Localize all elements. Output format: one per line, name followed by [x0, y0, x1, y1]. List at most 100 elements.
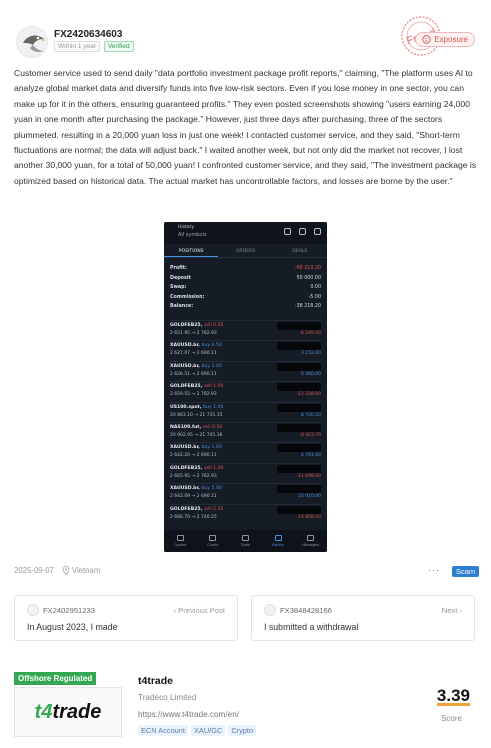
post-body: Customer service used to send daily "dat…	[14, 68, 477, 186]
prev-post-user: FX2402951233	[43, 606, 95, 615]
tab-positions: POSITIONS	[164, 245, 219, 257]
position-profit: -6 549.00	[299, 331, 321, 336]
account-row: Deposit 50 000.00	[170, 276, 321, 286]
redaction-mask	[277, 362, 321, 371]
position-symbol-name: XAUUSD.br,	[170, 445, 200, 451]
position-row: XAUUSD.br, buy 5.00 2 642.09 → 2 690.11 24…	[170, 483, 321, 503]
screenshot-subtitle: All symbols	[178, 232, 207, 238]
post-date: 2025-09-07	[14, 566, 54, 575]
post-header: FX2420634603 Within 1 year Verified Frau…	[16, 16, 475, 58]
avatar[interactable]	[16, 26, 48, 58]
trading-history-screenshot[interactable]: History All symbols POSITIONS ORDERS DEA…	[164, 222, 327, 552]
position-side: sell 1.00	[203, 384, 224, 390]
broker-card[interactable]: t4 trade Offshore Regulated t4trade Trade…	[14, 672, 476, 738]
broker-logo-prefix: t4	[34, 700, 53, 723]
position-row: XAUUSD.br, buy 1.00 2 626.51 → 2 690.11 6 …	[170, 360, 321, 381]
exposure-badge[interactable]: Exposure	[415, 32, 475, 47]
position-symbol-name: XAUUSD.br,	[170, 343, 200, 349]
position-symbol: GOLDFEB25, sell 0.50	[170, 323, 223, 328]
scam-tag[interactable]: Scam	[452, 566, 480, 577]
position-row: US100.spot, buy 1.00 20 863.10 → 21 735.1…	[170, 401, 321, 422]
broker-score-label: Score	[441, 714, 462, 723]
next-post-title: I submitted a withdrawal	[264, 622, 359, 632]
screenshot-nav-item: Charts	[197, 530, 230, 552]
refresh-icon	[284, 228, 291, 235]
exposure-label: Exposure	[434, 35, 468, 44]
account-row-value: 50 000.00	[296, 275, 321, 281]
position-side: buy 1.00	[201, 363, 222, 369]
position-symbol-name: GOLDFEB25,	[170, 323, 203, 328]
nav-item-label: History	[272, 543, 285, 547]
account-row-value: -38 218.20	[294, 304, 321, 309]
account-row: Swap: 0.00	[170, 285, 321, 295]
position-symbol: NAS100.fut, sell 0.50	[170, 425, 222, 430]
tab-orders: ORDERS	[235, 249, 256, 254]
position-profit: 3 152.00	[300, 351, 321, 357]
nav-item-label: Quotes	[174, 543, 187, 547]
position-side: buy 0.50	[201, 343, 222, 349]
nav-item-icon	[274, 535, 282, 541]
position-side: sell 0.50	[203, 323, 224, 328]
account-row-label: Profit:	[170, 266, 187, 271]
nav-item-icon	[176, 535, 184, 541]
position-prices: 20 902.95 → 21 745.36	[170, 433, 223, 438]
broker-url[interactable]: https://www.t4trade.com/en/	[138, 710, 239, 719]
broker-tag: Crypto	[228, 725, 257, 736]
previous-post-link[interactable]: ‹ Previous Post	[174, 606, 226, 615]
screenshot-nav-item: History	[262, 530, 295, 552]
position-row: NAS100.fut, sell 0.50 20 902.95 → 21 745.…	[170, 422, 321, 442]
position-symbol-name: XAUUSD.br,	[170, 486, 200, 492]
position-symbol-name: GOLDFEB25,	[170, 506, 203, 512]
account-row-label: Commission:	[170, 294, 205, 300]
position-row: GOLDFEB25, sell 2.02 2 666.70 → 2 740.25 -…	[170, 503, 321, 524]
position-prices: 2 659.55 → 2 782.93	[170, 392, 217, 398]
position-symbol-name: GOLDFEB25,	[170, 465, 203, 471]
broker-tag: XAU/GC	[190, 725, 226, 736]
tab-deals: DEALS	[292, 249, 308, 254]
next-post-user: FX3848428166	[280, 606, 332, 615]
username[interactable]: FX2420634603	[54, 29, 122, 40]
broker-tags: ECN Account XAU/GC Crypto	[138, 725, 257, 736]
broker-logo[interactable]: t4 trade	[14, 687, 122, 737]
eagle-avatar-icon	[23, 35, 46, 52]
redaction-mask	[277, 383, 321, 392]
position-profit: -14 858.00	[296, 514, 321, 520]
account-summary: Profit: -68 213.20 Deposit 50 000.00 Swap: 0.…	[170, 266, 321, 314]
position-prices: 2 642.09 → 2 690.11	[170, 494, 217, 500]
verified-badge: Verified	[103, 41, 134, 52]
previous-post-card[interactable]: FX2402951233 ‹ Previous Post In August 2…	[14, 595, 238, 641]
next-post-card[interactable]: FX3848428166 Next › I submitted a withdr…	[251, 595, 475, 641]
broker-logo-suffix: trade	[52, 700, 102, 723]
screenshot-nav-item: Trade	[229, 530, 262, 552]
account-row: Profit: -68 213.20	[170, 266, 321, 276]
broker-name[interactable]: t4trade	[138, 675, 173, 687]
position-side: sell 1.00	[203, 465, 224, 471]
sort-icon	[299, 228, 306, 235]
position-side: sell 2.02	[203, 506, 224, 512]
screenshot-nav-item: Messages	[294, 530, 327, 552]
position-prices: 2 651.95 → 2 782.93	[170, 331, 217, 336]
account-row: Balance: -38 218.20	[170, 304, 321, 314]
screenshot-title: History	[178, 225, 195, 230]
position-symbol-name: US100.spot,	[170, 404, 202, 410]
position-symbol-name: XAUUSD.br,	[170, 363, 200, 369]
account-age-badge: Within 1 year	[54, 41, 100, 52]
next-post-link[interactable]: Next ›	[442, 606, 462, 615]
position-prices: 2 665.95 → 2 782.93	[170, 473, 217, 479]
position-side: buy 5.00	[201, 486, 222, 492]
redaction-mask	[277, 485, 321, 494]
nav-item-label: Trade	[240, 543, 251, 547]
position-symbol: GOLDFEB25, sell 2.02	[170, 507, 223, 512]
position-prices: 2 627.07 → 2 690.11	[170, 351, 217, 357]
position-symbol-name: GOLDFEB25,	[170, 384, 203, 390]
more-options-icon[interactable]: ···	[428, 565, 440, 575]
nav-item-label: Messages	[302, 543, 319, 547]
account-row-label: Deposit	[170, 275, 191, 281]
account-row: Commission: -5.00	[170, 295, 321, 305]
account-row-value: -68 213.20	[294, 266, 321, 271]
nav-item-icon	[241, 535, 249, 541]
redaction-mask	[277, 342, 321, 351]
regulation-badge: Offshore Regulated	[14, 672, 97, 685]
position-profit: 4 791.00	[300, 453, 321, 459]
position-row: XAUUSD.br, buy 0.50 2 627.07 → 2 690.11 3 …	[170, 340, 321, 360]
